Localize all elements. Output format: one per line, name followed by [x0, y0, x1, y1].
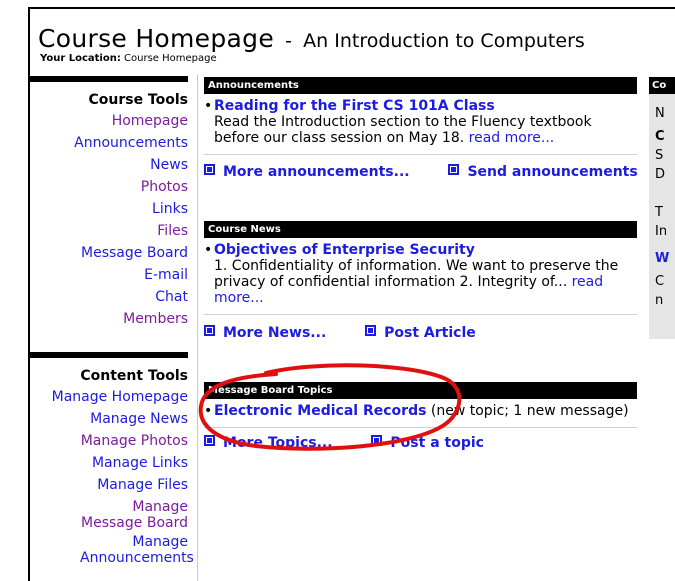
course-news-header: Course News: [204, 221, 637, 238]
message-board-header: Message Board Topics: [204, 382, 637, 399]
sidebar-item-manage-links[interactable]: Manage Links: [30, 452, 188, 474]
list-item: • Reading for the First CS 101A Class Re…: [204, 98, 637, 146]
announcements-links: More announcements... Send announcements: [204, 164, 638, 180]
content-tools-panel: Content Tools Manage Homepage Manage New…: [30, 352, 194, 569]
topic-meta: (new topic; 1 new message): [430, 403, 629, 419]
post-topic-link[interactable]: Post a topic: [371, 435, 484, 451]
right-column-line: [649, 184, 675, 203]
right-column-line: T: [655, 205, 663, 220]
list-item: • Objectives of Enterprise Security 1. C…: [204, 242, 637, 306]
sidebar-item-homepage[interactable]: Homepage: [30, 110, 188, 132]
page-title-main: Course Homepage: [38, 24, 274, 53]
right-column-line: In: [655, 224, 668, 239]
bullet-icon: •: [204, 403, 213, 419]
send-announcements-link[interactable]: Send announcements: [448, 164, 638, 180]
course-news-section: Course News • Objectives of Enterprise S…: [204, 221, 637, 341]
course-tools-heading: Course Tools: [88, 92, 188, 108]
square-bullet-icon: [204, 435, 215, 446]
announcements-header: Announcements: [204, 77, 637, 94]
course-tools-panel: Course Tools Homepage Announcements News…: [30, 76, 188, 330]
sidebar-item-manage-announcements[interactable]: Manage Announcements: [30, 534, 194, 566]
sidebar-item-files[interactable]: Files: [30, 220, 188, 242]
post-article-link[interactable]: Post Article: [365, 325, 476, 341]
content-tools-bar: [30, 352, 188, 358]
right-column-line: D: [655, 167, 666, 182]
topics-links: More Topics... Post a topic: [204, 435, 637, 451]
sidebar-item-message-board[interactable]: Message Board: [30, 242, 188, 264]
sidebar-item-manage-news[interactable]: Manage News: [30, 408, 188, 430]
more-news-link[interactable]: More News...: [204, 325, 326, 341]
more-topics-link[interactable]: More Topics...: [204, 435, 333, 451]
announcement-read-more-link[interactable]: read more...: [469, 130, 555, 146]
square-bullet-icon: [365, 325, 377, 336]
sidebar-item-news[interactable]: News: [30, 154, 188, 176]
sidebar-item-email[interactable]: E-mail: [30, 264, 188, 286]
sidebar-item-manage-homepage[interactable]: Manage Homepage: [30, 386, 188, 408]
divider: [204, 314, 637, 315]
right-column-link[interactable]: W: [649, 249, 675, 268]
announcement-title-link[interactable]: Reading for the First CS 101A Class: [214, 98, 495, 114]
right-column-header: Co: [649, 77, 675, 94]
sidebar-item-photos[interactable]: Photos: [30, 176, 188, 198]
right-column-line: C: [655, 274, 665, 289]
news-body: 1. Confidentiality of information. We wa…: [214, 258, 619, 290]
breadcrumb-value: Course Homepage: [124, 53, 217, 64]
page-subtitle: An Introduction to Computers: [303, 30, 585, 52]
divider: [204, 427, 637, 428]
list-item: • Electronic Medical Records (new topic;…: [204, 403, 637, 419]
bullet-icon: •: [204, 242, 213, 258]
sidebar-item-announcements[interactable]: Announcements: [30, 132, 188, 154]
square-bullet-icon: [204, 325, 215, 336]
more-announcements-link[interactable]: More announcements...: [204, 164, 410, 180]
breadcrumb: Your Location: Course Homepage: [40, 53, 217, 64]
message-board-section: Message Board Topics • Electronic Medica…: [204, 382, 637, 451]
content-tools-heading: Content Tools: [80, 368, 188, 384]
announcements-section: Announcements • Reading for the First CS…: [204, 77, 638, 180]
square-bullet-icon: [448, 164, 460, 175]
right-column-line: n: [655, 293, 664, 308]
square-bullet-icon: [371, 435, 383, 446]
right-column-line: C: [655, 129, 665, 144]
sidebar-item-manage-message-board[interactable]: Manage Message Board: [30, 499, 188, 531]
sidebar-item-members[interactable]: Members: [30, 308, 188, 330]
right-column-panel: Co N C S D T In W C n: [649, 77, 675, 339]
course-tools-bar: [30, 76, 188, 82]
right-column-line: S: [655, 148, 664, 163]
topic-title-link[interactable]: Electronic Medical Records: [214, 403, 426, 419]
news-links: More News... Post Article: [204, 325, 637, 341]
news-title-link[interactable]: Objectives of Enterprise Security: [214, 242, 475, 258]
page-title: Course Homepage - An Introduction to Com…: [38, 24, 585, 53]
page-title-separator: -: [285, 30, 292, 52]
breadcrumb-label: Your Location:: [40, 53, 121, 64]
right-column-line: N: [655, 106, 665, 121]
square-bullet-icon: [204, 164, 215, 175]
sidebar-item-manage-photos[interactable]: Manage Photos: [30, 430, 188, 452]
sidebar-item-chat[interactable]: Chat: [30, 286, 188, 308]
divider: [204, 154, 637, 155]
sidebar-item-links[interactable]: Links: [30, 198, 188, 220]
column-divider: [197, 75, 198, 581]
sidebar-item-manage-files[interactable]: Manage Files: [30, 474, 188, 496]
bullet-icon: •: [204, 98, 213, 114]
